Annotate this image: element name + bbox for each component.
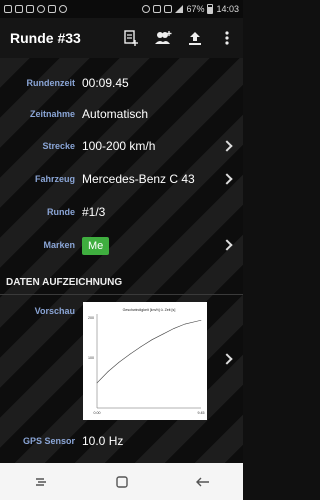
recent-apps-button[interactable]	[21, 467, 61, 497]
data-point	[140, 346, 142, 347]
back-arrow-icon	[195, 477, 209, 486]
app-bar: Runde #33	[0, 18, 243, 58]
data-point	[173, 328, 175, 329]
system-icons: 67% 14:03	[142, 4, 239, 14]
rundenzeit-label: Rundenzeit	[26, 78, 76, 88]
data-point	[129, 353, 131, 355]
y-tick-label: 100	[88, 356, 94, 360]
app-actions	[115, 18, 243, 58]
y-tick-label: 200	[88, 316, 94, 320]
status-bar: 67% 14:03	[0, 0, 243, 18]
data-point	[151, 339, 153, 340]
chevron-right-icon	[221, 173, 233, 185]
row-fahrzeug[interactable]: Fahrzeug Mercedes-Benz C 43	[0, 162, 243, 196]
marken-value-wrap: Me	[82, 237, 110, 255]
row-marken[interactable]: Marken Me	[0, 228, 243, 262]
gps-value: 10.0 Hz	[82, 434, 124, 448]
vorschau-label: Vorschau	[34, 306, 75, 316]
location-icon	[37, 5, 45, 13]
note-add-icon[interactable]	[115, 18, 147, 58]
lap-details: Rundenzeit 00:09.45 Zeitnahme Automatisc…	[0, 58, 243, 463]
data-point	[162, 333, 164, 335]
dot-icon	[59, 5, 67, 13]
gps-label: GPS Sensor	[22, 436, 75, 446]
share-upload-icon[interactable]	[179, 18, 211, 58]
youtube-icon	[15, 5, 23, 13]
chevron-right-icon	[221, 239, 233, 251]
mail-icon	[4, 5, 12, 13]
section-title: DATEN AUFZEICHNUNG	[6, 277, 123, 288]
chart-title: Geschwindigkeit [km/h] ü. Zeit [s]	[123, 308, 176, 312]
data-point	[184, 323, 186, 325]
data-point	[200, 319, 202, 321]
clock: 14:03	[216, 4, 239, 14]
section-divider	[0, 294, 243, 295]
bluetooth-icon	[142, 5, 151, 13]
series-line	[96, 319, 202, 384]
overflow-menu-icon[interactable]	[211, 18, 243, 58]
rundenzeit-value: 00:09.45	[82, 76, 129, 90]
wifi-icon	[153, 5, 162, 13]
signal-icon	[175, 5, 184, 13]
row-gps: GPS Sensor 10.0 Hz	[0, 426, 243, 456]
battery-percent: 67%	[186, 4, 205, 14]
home-button[interactable]	[102, 467, 142, 497]
data-point	[107, 371, 109, 372]
navigation-bar	[0, 463, 243, 500]
fahrzeug-label: Fahrzeug	[34, 174, 75, 184]
runde-value: #1/3	[82, 205, 106, 219]
chevron-right-icon	[221, 140, 233, 152]
notification-icons	[4, 5, 67, 13]
marken-label: Marken	[43, 240, 75, 250]
row-strecke[interactable]: Strecke 100-200 km/h	[0, 130, 243, 162]
marker-badge[interactable]: Me	[82, 237, 110, 255]
runde-label: Runde	[47, 207, 75, 217]
strecke-label: Strecke	[42, 141, 75, 151]
back-button[interactable]	[183, 467, 223, 497]
home-icon	[115, 475, 128, 488]
x-tick-label: 9.45	[198, 411, 205, 415]
battery-icon	[207, 4, 214, 14]
zeitnahme-value: Automatisch	[82, 107, 149, 121]
page-title: Runde #33	[10, 30, 81, 46]
mute-icon	[164, 5, 173, 13]
recent-apps-icon	[35, 477, 46, 486]
fahrzeug-value: Mercedes-Benz C 43	[82, 172, 195, 186]
strecke-value: 100-200 km/h	[82, 139, 156, 153]
x-tick-label: 0.00	[94, 411, 101, 415]
series-layer	[96, 319, 202, 384]
row-runde: Runde #1/3	[0, 196, 243, 228]
gallery-icon	[48, 5, 56, 13]
preview-chart[interactable]: Geschwindigkeit [km/h] ü. Zeit [s] 200 1…	[83, 302, 207, 420]
photo-icon	[26, 5, 34, 13]
chevron-right-icon[interactable]	[221, 353, 233, 365]
zeitnahme-label: Zeitnahme	[29, 109, 75, 119]
row-rundenzeit: Rundenzeit 00:09.45	[0, 68, 243, 98]
data-point	[118, 361, 120, 363]
speed-chart: Geschwindigkeit [km/h] ü. Zeit [s] 200 1…	[88, 308, 205, 415]
data-point	[96, 382, 98, 384]
group-add-icon[interactable]	[147, 18, 179, 58]
row-zeitnahme: Zeitnahme Automatisch	[0, 98, 243, 130]
